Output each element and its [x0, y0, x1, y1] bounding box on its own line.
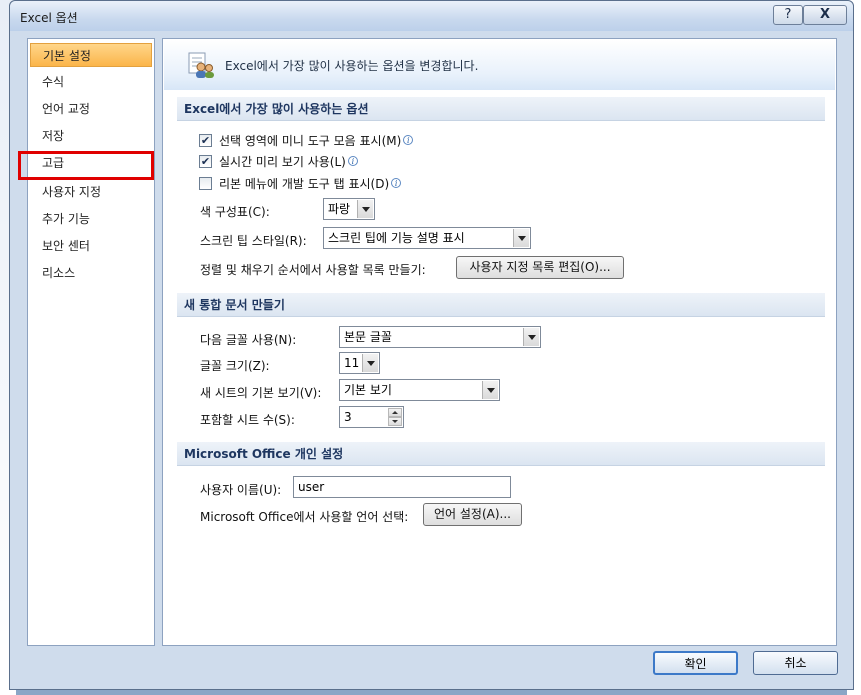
nav-item-save[interactable]: 저장	[30, 124, 152, 148]
info-icon: i	[347, 156, 358, 166]
font-label: 다음 글꼴 사용(N):	[200, 333, 297, 347]
chevron-down-icon	[357, 200, 373, 218]
screentip-style-label: 스크린 팁 스타일(R):	[200, 234, 307, 248]
help-button[interactable]: ?	[773, 5, 803, 25]
close-button[interactable]: X	[803, 5, 847, 25]
color-scheme-value: 파랑	[328, 202, 351, 216]
checkbox-developer-tab[interactable]	[199, 177, 212, 190]
chevron-down-icon	[362, 354, 378, 372]
ok-button[interactable]: 확인	[653, 651, 738, 675]
nav-item-popular[interactable]: 기본 설정	[30, 43, 152, 67]
stepper-down-icon[interactable]	[388, 417, 402, 426]
dialog-title: Excel 옵션	[20, 11, 78, 25]
section-personalize: Microsoft Office 개인 설정	[177, 442, 825, 466]
category-nav: 기본 설정 수식 언어 교정 저장 고급 사용자 지정 추가 기능 보안 센터 …	[27, 38, 155, 646]
screentip-style-select[interactable]: 스크린 팁에 기능 설명 표시	[323, 227, 531, 249]
font-size-select[interactable]: 11	[339, 352, 380, 374]
stepper-up-icon[interactable]	[388, 408, 402, 417]
nav-item-addins[interactable]: 추가 기능	[30, 207, 152, 231]
chevron-down-icon	[513, 229, 529, 247]
section-popular-options: Excel에서 가장 많이 사용하는 옵션	[177, 97, 825, 121]
username-label: 사용자 이름(U):	[200, 483, 282, 497]
checkbox-developer-tab-label: 리본 메뉴에 개발 도구 탭 표시(D) i	[219, 175, 402, 192]
checkbox-live-preview-label: 실시간 미리 보기 사용(L) i	[219, 153, 358, 170]
nav-item-trust-center[interactable]: 보안 센터	[30, 234, 152, 258]
chevron-down-icon	[482, 381, 498, 399]
nav-item-resources[interactable]: 리소스	[30, 261, 152, 285]
highlight-box	[18, 151, 154, 180]
language-settings-button[interactable]: 언어 설정(A)...	[423, 503, 522, 526]
color-scheme-select[interactable]: 파랑	[323, 198, 375, 220]
info-icon: i	[403, 135, 414, 145]
options-dialog: Excel 옵션 ? X 기본 설정 수식 언어 교정 저장 고급 사용자 지정…	[9, 0, 854, 690]
cancel-button[interactable]: 취소	[753, 651, 838, 675]
default-view-value: 기본 보기	[344, 383, 392, 397]
nav-item-formulas[interactable]: 수식	[30, 70, 152, 94]
nav-item-proofing[interactable]: 언어 교정	[30, 97, 152, 121]
checkbox-live-preview[interactable]: ✔	[199, 155, 212, 168]
username-field[interactable]: user	[293, 476, 511, 498]
checkbox-mini-toolbar-label: 선택 영역에 미니 도구 모음 표시(M) i	[219, 132, 414, 149]
people-settings-icon	[188, 52, 214, 78]
checkbox-mini-toolbar[interactable]: ✔	[199, 134, 212, 147]
font-select[interactable]: 본문 글꼴	[339, 326, 541, 348]
sheet-count-value: 3	[344, 410, 352, 424]
panel-header-text: Excel에서 가장 많이 사용하는 옵션을 변경합니다.	[225, 59, 479, 73]
language-settings-label: Microsoft Office에서 사용할 언어 선택:	[200, 510, 409, 524]
section-new-workbook: 새 통합 문서 만들기	[177, 293, 825, 317]
nav-item-customize[interactable]: 사용자 지정	[30, 180, 152, 204]
edit-custom-lists-button[interactable]: 사용자 지정 목록 편집(O)...	[456, 256, 624, 279]
default-view-select[interactable]: 기본 보기	[339, 379, 500, 401]
screentip-style-value: 스크린 팁에 기능 설명 표시	[328, 231, 465, 245]
sheet-count-stepper[interactable]: 3	[339, 406, 404, 428]
color-scheme-label: 색 구성표(C):	[200, 205, 270, 219]
panel-header: Excel에서 가장 많이 사용하는 옵션을 변경합니다.	[164, 40, 835, 90]
default-view-label: 새 시트의 기본 보기(V):	[200, 386, 322, 400]
options-panel: Excel에서 가장 많이 사용하는 옵션을 변경합니다. Excel에서 가장…	[162, 38, 837, 646]
font-size-value: 11	[344, 356, 360, 370]
chevron-down-icon	[523, 328, 539, 346]
title-bar: Excel 옵션 ? X	[10, 1, 853, 31]
info-icon: i	[391, 178, 402, 188]
custom-lists-label: 정렬 및 채우기 순서에서 사용할 목록 만들기:	[200, 263, 426, 277]
font-value: 본문 글꼴	[344, 330, 392, 344]
font-size-label: 글꼴 크기(Z):	[200, 359, 270, 373]
sheet-count-label: 포함할 시트 수(S):	[200, 413, 295, 427]
